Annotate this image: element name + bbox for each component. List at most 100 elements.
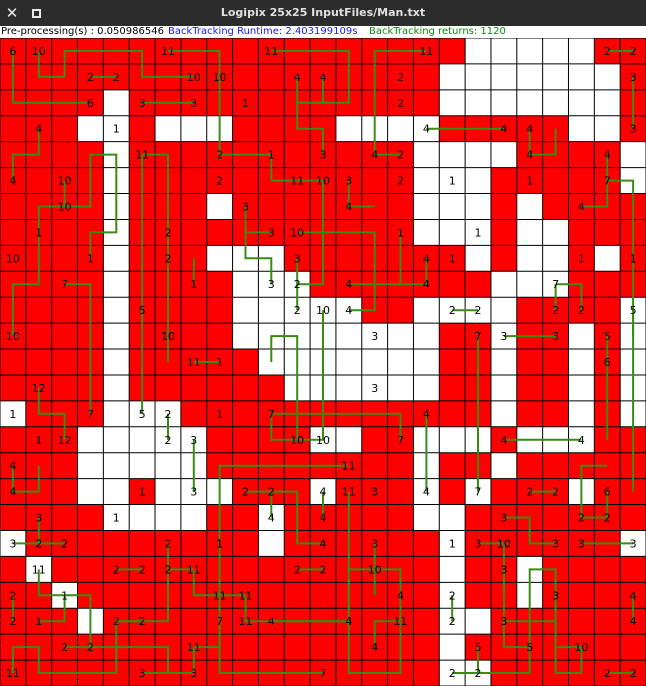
grid-cell[interactable] [0, 374, 26, 401]
grid-cell[interactable] [542, 193, 569, 220]
grid-cell[interactable] [439, 374, 466, 401]
grid-cell[interactable] [542, 167, 569, 194]
grid-cell[interactable] [439, 89, 466, 116]
grid-cell[interactable] [206, 374, 233, 401]
grid-cell[interactable] [129, 426, 156, 453]
grid-cell[interactable] [413, 374, 440, 401]
grid-cell[interactable] [516, 63, 543, 90]
grid-cell[interactable] [568, 556, 595, 583]
grid-cell[interactable] [413, 297, 440, 324]
grid-cell[interactable] [516, 400, 543, 427]
grid-cell[interactable] [568, 141, 595, 168]
grid-cell[interactable] [180, 608, 207, 635]
grid-cell[interactable] [413, 504, 440, 531]
grid-cell[interactable] [594, 245, 621, 272]
grid-cell[interactable] [258, 193, 285, 220]
grid-cell[interactable] [258, 634, 285, 661]
grid-cell[interactable] [155, 374, 181, 401]
grid-cell[interactable] [0, 504, 26, 531]
grid-cell[interactable] [568, 374, 595, 401]
grid-cell[interactable] [335, 323, 362, 350]
grid-cell[interactable] [542, 349, 569, 375]
grid-cell[interactable] [284, 634, 311, 661]
grid-cell[interactable] [490, 271, 517, 298]
grid-cell[interactable] [258, 63, 285, 90]
grid-cell[interactable] [490, 89, 517, 116]
grid-cell[interactable] [516, 374, 543, 401]
grid-cell[interactable] [465, 167, 491, 194]
grid-cell[interactable] [129, 115, 156, 142]
grid-cell[interactable] [232, 271, 259, 298]
grid-cell[interactable] [232, 400, 259, 427]
grid-cell[interactable] [335, 374, 362, 401]
grid-cell[interactable] [51, 452, 78, 479]
grid-cell[interactable] [206, 323, 233, 350]
grid-cell[interactable] [594, 89, 621, 116]
grid-cell[interactable] [516, 271, 543, 298]
grid-cell[interactable] [310, 634, 336, 661]
grid-cell[interactable] [465, 38, 491, 64]
grid-cell[interactable] [413, 193, 440, 220]
grid-cell[interactable] [129, 452, 156, 479]
grid-cell[interactable] [465, 271, 491, 298]
grid-cell[interactable] [594, 608, 621, 635]
grid-cell[interactable] [542, 245, 569, 272]
grid-cell[interactable] [155, 504, 181, 531]
grid-cell[interactable] [25, 349, 52, 375]
grid-cell[interactable] [51, 219, 78, 246]
grid-cell[interactable] [335, 426, 362, 453]
grid-cell[interactable] [361, 426, 388, 453]
grid-cell[interactable] [387, 478, 414, 505]
grid-cell[interactable] [77, 478, 104, 505]
grid-cell[interactable] [387, 193, 414, 220]
grid-cell[interactable] [361, 167, 388, 194]
grid-cell[interactable] [25, 167, 52, 194]
grid-cell[interactable] [258, 556, 285, 583]
grid-cell[interactable] [232, 167, 259, 194]
grid-cell[interactable] [516, 89, 543, 116]
grid-cell[interactable] [439, 349, 466, 375]
grid-cell[interactable] [258, 582, 285, 609]
grid-cell[interactable] [465, 63, 491, 90]
grid-cell[interactable] [490, 167, 517, 194]
grid-cell[interactable] [516, 452, 543, 479]
grid-cell[interactable] [284, 141, 311, 168]
grid-cell[interactable] [0, 115, 26, 142]
grid-cell[interactable] [206, 426, 233, 453]
grid-cell[interactable] [0, 556, 26, 583]
grid-cell[interactable] [413, 141, 440, 168]
grid-cell[interactable] [490, 478, 517, 505]
grid-cell[interactable] [387, 297, 414, 324]
grid-cell[interactable] [490, 374, 517, 401]
grid-cell[interactable] [465, 245, 491, 272]
grid-cell[interactable] [25, 323, 52, 350]
grid-cell[interactable] [568, 63, 595, 90]
grid-cell[interactable] [568, 115, 595, 142]
grid-cell[interactable] [258, 374, 285, 401]
grid-cell[interactable] [413, 63, 440, 90]
grid-cell[interactable] [103, 400, 130, 427]
grid-cell[interactable] [51, 141, 78, 168]
grid-cell[interactable] [620, 556, 646, 583]
grid-cell[interactable] [439, 63, 466, 90]
grid-cell[interactable] [258, 115, 285, 142]
grid-cell[interactable] [594, 556, 621, 583]
grid-cell[interactable] [439, 426, 466, 453]
grid-cell[interactable] [439, 271, 466, 298]
grid-cell[interactable] [0, 349, 26, 375]
grid-cell[interactable] [490, 193, 517, 220]
grid-cell[interactable] [439, 504, 466, 531]
grid-cell[interactable] [490, 219, 517, 246]
grid-cell[interactable] [25, 297, 52, 324]
grid-cell[interactable] [361, 349, 388, 375]
grid-cell[interactable] [568, 38, 595, 64]
grid-cell[interactable] [310, 582, 336, 609]
grid-cell[interactable] [232, 63, 259, 90]
grid-cell[interactable] [413, 89, 440, 116]
grid-cell[interactable] [232, 38, 259, 64]
grid-cell[interactable] [103, 89, 130, 116]
grid-cell[interactable] [77, 556, 104, 583]
grid-cell[interactable] [180, 141, 207, 168]
grid-cell[interactable] [206, 245, 233, 272]
grid-cell[interactable] [594, 634, 621, 661]
